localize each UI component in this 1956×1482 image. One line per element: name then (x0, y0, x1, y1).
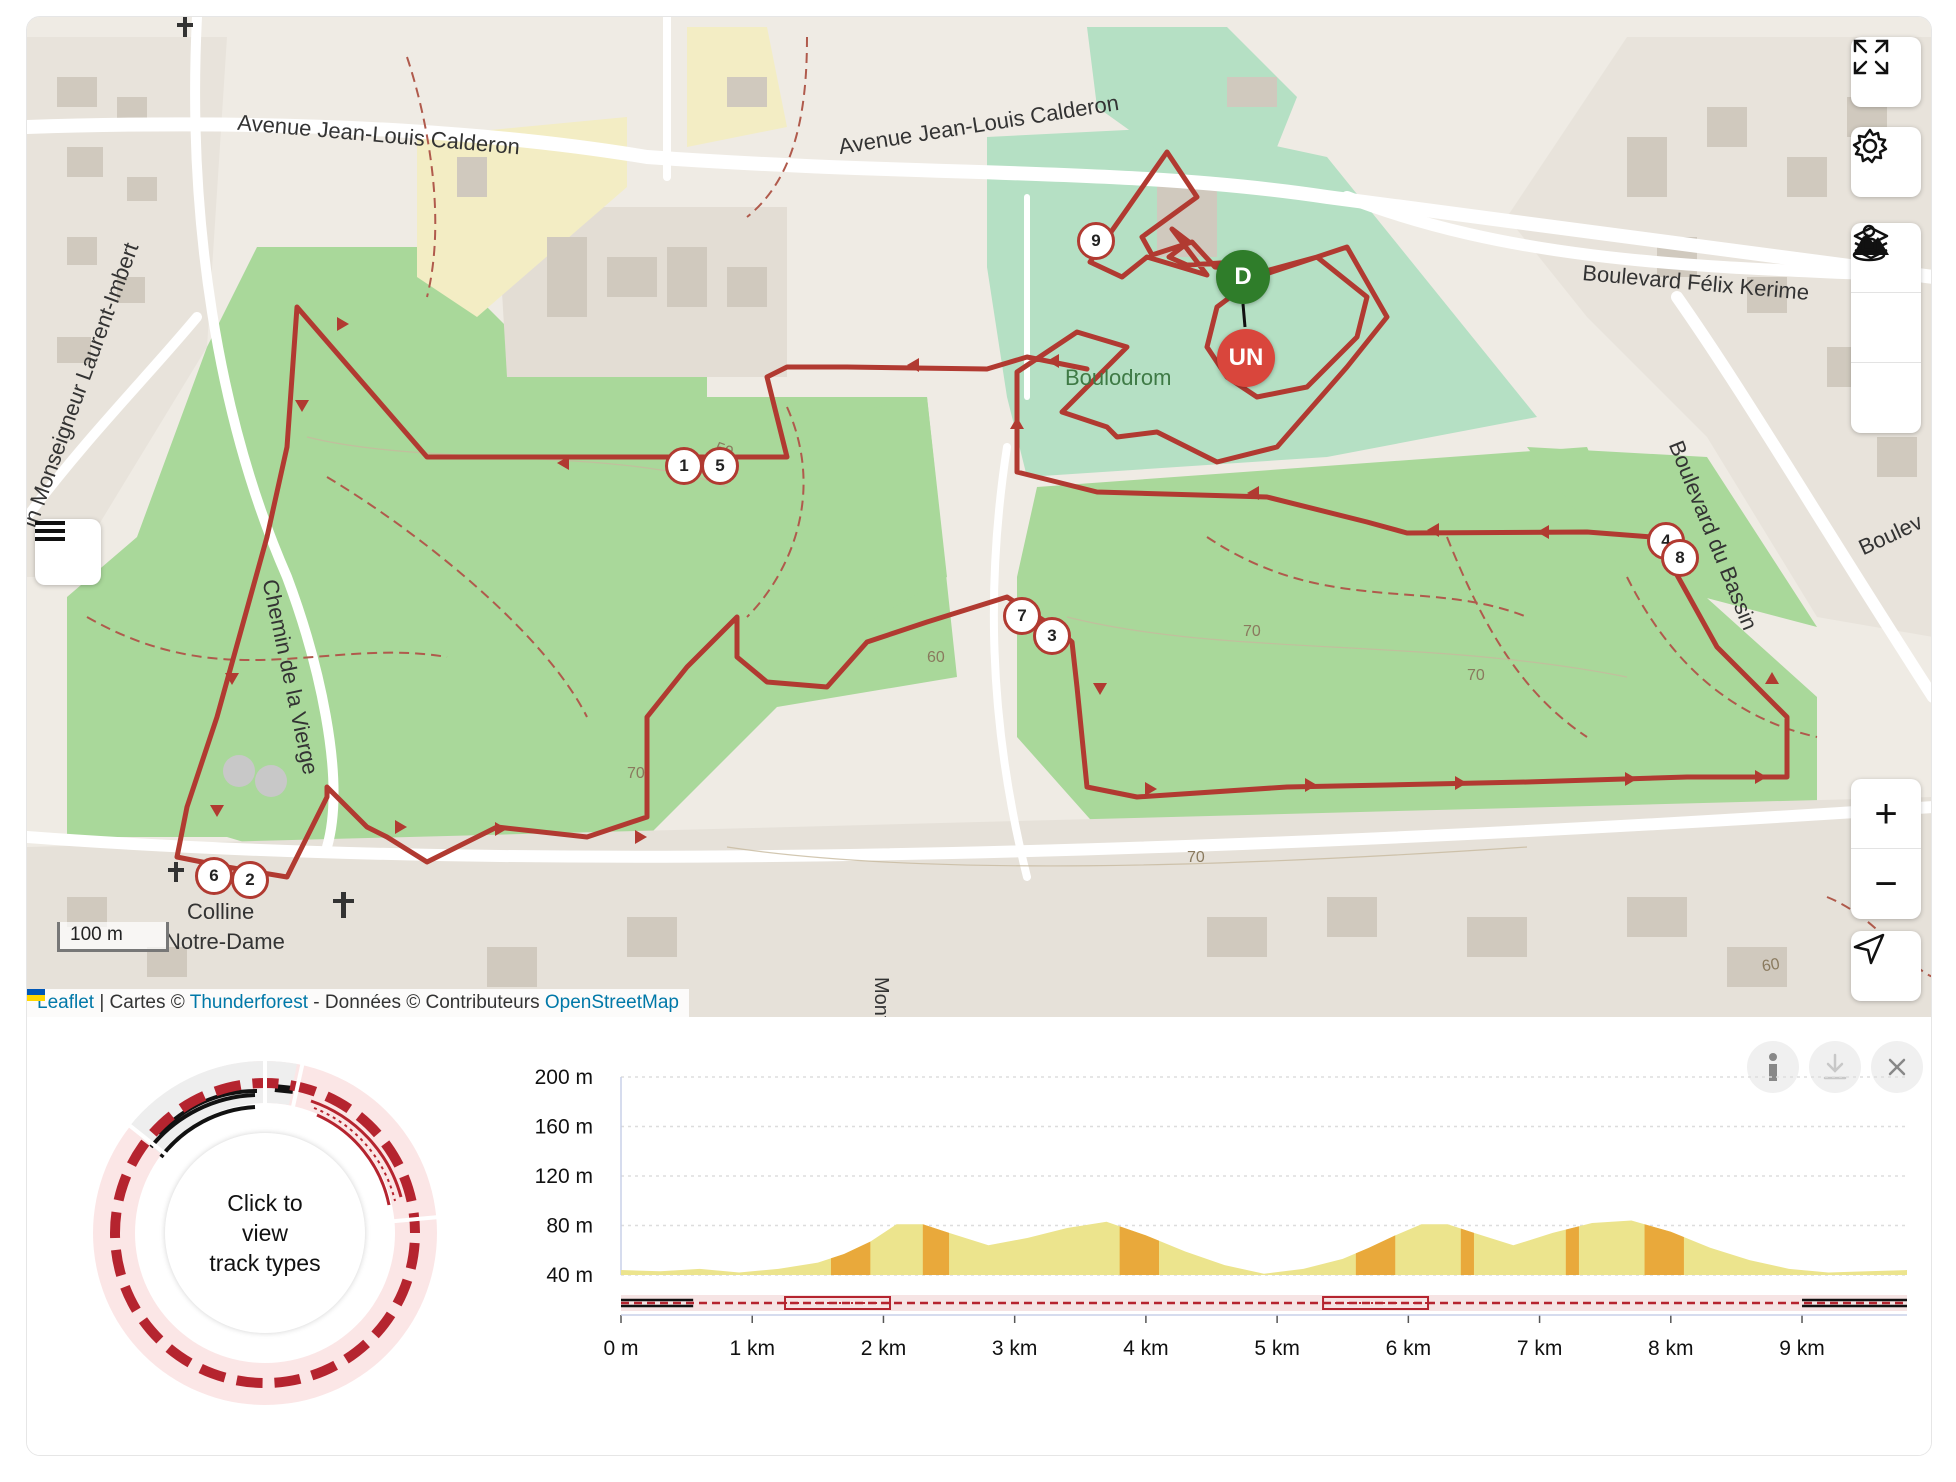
waypoint-marker[interactable]: 9 (1077, 222, 1115, 260)
scale-bar: 100 m (57, 922, 169, 952)
y-tick-label: 200 m (535, 1066, 593, 1089)
waypoint-marker[interactable]: 6 (195, 857, 233, 895)
x-tick-label: 1 km (729, 1337, 775, 1360)
contour-label: 70 (1243, 623, 1261, 640)
contour-label: 60 (1760, 955, 1782, 976)
map-view[interactable]: Avenue Jean-Louis Calderon Avenue Jean-L… (27, 17, 1931, 1017)
elevation-panel: Click to view track types 40 m 80 m 120 m1… (27, 1017, 1932, 1456)
x-tick-label: 3 km (992, 1337, 1038, 1360)
x-tick-label: 6 km (1386, 1337, 1432, 1360)
leaflet-link[interactable]: Leaflet (37, 992, 94, 1013)
gear-icon (1852, 128, 1888, 164)
x-tick-label: 8 km (1648, 1337, 1694, 1360)
elevation-chart[interactable]: 40 m 80 m 120 m 160 m 200 m 0 m 1 km 2 km 3 km 4 … (27, 1017, 1932, 1456)
pegman-icon (1852, 224, 1886, 262)
elevation-area (621, 1220, 1907, 1275)
ukraine-flag-icon (27, 989, 45, 1001)
plus-icon: + (1874, 791, 1898, 836)
settings-button[interactable] (1851, 127, 1921, 197)
locate-button[interactable] (1851, 931, 1921, 1001)
y-tick-label: 120 m (535, 1165, 593, 1188)
menu-button[interactable] (35, 519, 101, 585)
zoom-in-button[interactable]: + (1851, 779, 1921, 849)
x-tick-label: 4 km (1123, 1337, 1169, 1360)
contour-label: 70 (1187, 849, 1205, 866)
map-tiles (27, 17, 1931, 1017)
attribution-text: | Cartes © (94, 992, 190, 1013)
y-tick-label: 40 m (546, 1264, 593, 1287)
x-tick-label: 2 km (861, 1337, 907, 1360)
waypoint-marker[interactable]: 1 (665, 447, 703, 485)
steep-segment (1355, 1220, 1396, 1275)
waypoint-marker[interactable]: 3 (1033, 617, 1071, 655)
place-label: Notre-Dame (165, 929, 285, 954)
contour-label: 70 (1467, 667, 1485, 684)
menu-icon (35, 521, 65, 541)
steep-segment (830, 1220, 871, 1275)
x-tick-label: 9 km (1779, 1337, 1825, 1360)
map-card: Avenue Jean-Louis Calderon Avenue Jean-L… (26, 16, 1932, 1456)
x-tick-label: 5 km (1254, 1337, 1300, 1360)
x-tick-label: 7 km (1517, 1337, 1563, 1360)
thunderforest-link[interactable]: Thunderforest (190, 992, 308, 1013)
layers-control-group (1851, 223, 1921, 433)
y-tick-label: 160 m (535, 1116, 593, 1139)
waypoint-marker[interactable]: 5 (701, 447, 739, 485)
start-marker[interactable]: D (1216, 250, 1270, 304)
contour-label: 60 (927, 649, 945, 666)
zoom-out-button[interactable]: − (1851, 849, 1921, 919)
person-button[interactable] (1851, 224, 1921, 433)
contour-label: 70 (627, 765, 645, 782)
street-label: Mont (870, 977, 892, 1017)
x-tick-label: 0 m (603, 1337, 638, 1360)
zoom-control-group: + − (1851, 779, 1921, 919)
fullscreen-icon (1853, 39, 1889, 75)
waypoint-marker[interactable]: 2 (231, 861, 269, 899)
terrain-button[interactable] (1851, 231, 1921, 363)
place-label: Boulodrom (1065, 365, 1172, 390)
minus-icon: − (1874, 862, 1898, 906)
fullscreen-button[interactable] (1851, 37, 1921, 107)
attribution-text: - Données © Contributeurs (308, 992, 545, 1013)
map-attribution: Leaflet | Cartes © Thunderforest - Donné… (27, 989, 689, 1017)
place-label: Colline (187, 899, 255, 924)
locate-arrow-icon (1853, 933, 1885, 965)
y-tick-label: 80 m (546, 1215, 593, 1238)
end-marker[interactable]: UN (1217, 329, 1275, 387)
waypoint-marker[interactable]: 8 (1661, 539, 1699, 577)
osm-link[interactable]: OpenStreetMap (545, 992, 679, 1013)
